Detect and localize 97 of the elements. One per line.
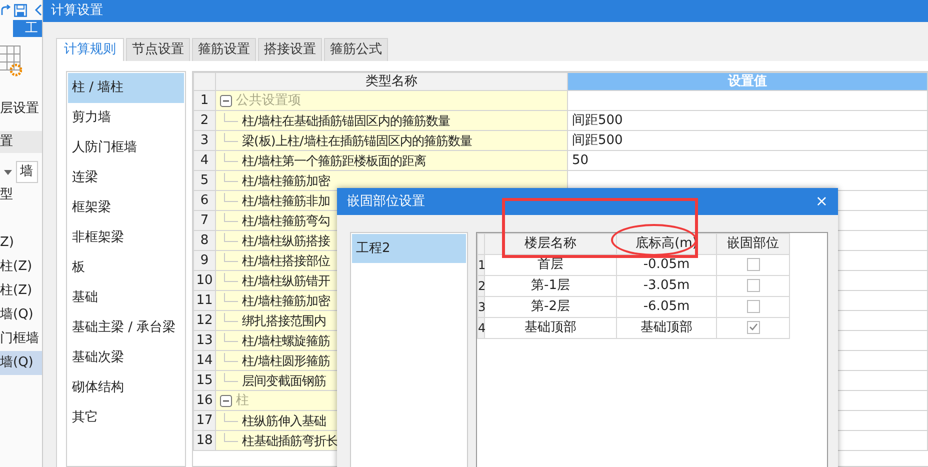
tab[interactable]: 计算规则 (56, 38, 124, 61)
checkbox[interactable] (746, 258, 760, 271)
category-item[interactable]: 剪力墙 (68, 103, 184, 133)
category-item[interactable]: 连梁 (68, 163, 184, 193)
setting-name: 柱基础插筋弯折长 (242, 432, 338, 450)
setting-name: 柱/墙柱箍筋非加 (242, 192, 330, 210)
group-label: 公共设置项 (236, 92, 301, 110)
close-button[interactable]: × (813, 194, 830, 209)
row-number: 14 (194, 350, 216, 370)
toolbar-label[interactable]: 层设置 (0, 99, 42, 117)
caret-icon[interactable] (4, 170, 12, 174)
row-number: 11 (194, 290, 216, 310)
row-number: 1 (194, 90, 216, 110)
row-number: 5 (194, 170, 216, 190)
category-item[interactable]: 板 (68, 253, 184, 283)
tree-item[interactable]: 门框墙 (0, 327, 42, 351)
tab[interactable]: 箍筋设置 (192, 38, 256, 61)
dialog-title: 嵌固部位设置 (347, 192, 425, 211)
elevation-value: -6.05m (616, 296, 716, 317)
row-number: 13 (194, 330, 216, 350)
category-item[interactable]: 基础 (68, 283, 184, 313)
category-item[interactable]: 其它 (68, 403, 184, 433)
setting-name: 柱/墙柱第一个箍筋距楼板面的距离 (242, 152, 426, 170)
project-item[interactable]: 工程2 (352, 234, 466, 263)
setting-name: 柱/墙柱圆形箍筋 (242, 352, 330, 370)
setting-name: 梁(板)上柱/墙柱在插筋锚固区内的箍筋数量 (242, 132, 472, 150)
setting-name: 柱/墙柱箍筋弯勾 (242, 212, 330, 230)
category-item[interactable]: 基础次梁 (68, 343, 184, 373)
setting-name: 柱/墙柱箍筋加密 (242, 292, 330, 310)
row-number: 6 (194, 190, 216, 210)
collapse-icon[interactable] (220, 94, 232, 106)
setting-name: 柱/墙柱在基础插筋锚固区内的箍筋数量 (242, 112, 450, 130)
dropdown-field[interactable]: 墙 (16, 161, 38, 183)
checkbox[interactable] (746, 300, 760, 313)
setting-value[interactable]: 间距500 (572, 132, 623, 148)
row-number: 4 (194, 150, 216, 170)
tab[interactable]: 箍筋公式 (324, 38, 388, 61)
save-icon[interactable] (14, 4, 27, 16)
setting-value[interactable]: 间距500 (572, 112, 623, 128)
tree-item[interactable]: 柱(Z) (0, 279, 42, 303)
row-number: 12 (194, 310, 216, 330)
setting-name: 柱/墙柱搭接部位 (242, 252, 330, 270)
tree-item[interactable]: 柱(Z) (0, 255, 42, 279)
tree-item[interactable]: 墙(Q) (0, 351, 42, 375)
section-label: 置 (0, 131, 42, 153)
row-number: 9 (194, 250, 216, 270)
setting-name: 柱纵筋伸入基础 (242, 412, 326, 430)
redo-icon[interactable] (1, 4, 11, 16)
checkbox[interactable] (746, 320, 760, 334)
column-header (478, 234, 484, 254)
row-number: 1 (478, 254, 484, 275)
elevation-value: -0.05m (616, 254, 716, 275)
row-number: 4 (478, 317, 484, 338)
window-title: 计算设置 (43, 0, 928, 22)
setting-name: 层间变截面钢筋 (242, 372, 326, 390)
checkbox[interactable] (746, 278, 760, 292)
category-item[interactable]: 非框架梁 (68, 223, 184, 253)
setting-name: 绑扎搭接范围内 (242, 312, 326, 330)
row-number: 7 (194, 210, 216, 230)
undo-icon[interactable] (34, 4, 42, 16)
row-number: 10 (194, 270, 216, 290)
setting-name: 柱/墙柱螺旋箍筋 (242, 332, 330, 350)
elevation-value: 基础顶部 (616, 317, 716, 338)
floor-name: 第-1层 (484, 275, 616, 296)
setting-name: 柱/墙柱箍筋加密 (242, 172, 330, 190)
row-number: 3 (478, 296, 484, 317)
elevation-value: -3.05m (616, 275, 716, 296)
row-number: 18 (194, 430, 216, 450)
tab[interactable]: 搭接设置 (258, 38, 322, 61)
tab[interactable]: 节点设置 (126, 38, 190, 61)
category-item[interactable]: 人防门框墙 (68, 133, 184, 163)
row-number: 2 (478, 275, 484, 296)
tree-item[interactable]: 墙(Q) (0, 303, 42, 327)
category-item[interactable]: 基础主梁 / 承台梁 (68, 313, 184, 343)
setting-name: 柱/墙柱纵筋错开 (242, 272, 330, 290)
column-header: 嵌固部位 (716, 234, 790, 254)
row-number: 3 (194, 130, 216, 150)
category-item[interactable]: 砌体结构 (68, 373, 184, 403)
setting-name: 柱/墙柱纵筋搭接 (242, 232, 330, 250)
column-header: 类型名称 (216, 72, 568, 90)
floor-name: 基础顶部 (484, 317, 616, 338)
row-number: 16 (194, 390, 216, 410)
group-label: 柱 (236, 392, 249, 410)
row-number: 15 (194, 370, 216, 390)
category-item[interactable]: 柱 / 墙柱 (68, 73, 184, 103)
row-number: 17 (194, 410, 216, 430)
row-number: 2 (194, 110, 216, 130)
setting-value[interactable]: 50 (572, 152, 589, 168)
category-item[interactable]: 框架梁 (68, 193, 184, 223)
collapse-icon[interactable] (220, 394, 232, 406)
row-number: 8 (194, 230, 216, 250)
tree-item[interactable]: Z) (0, 231, 42, 255)
tree-item[interactable]: 型 (0, 183, 42, 207)
floor-name: 第-2层 (484, 296, 616, 317)
column-header: 设置值 (568, 72, 928, 90)
ribbon-tab[interactable]: 工 (13, 20, 42, 37)
column-header: 楼层名称 (484, 234, 616, 254)
